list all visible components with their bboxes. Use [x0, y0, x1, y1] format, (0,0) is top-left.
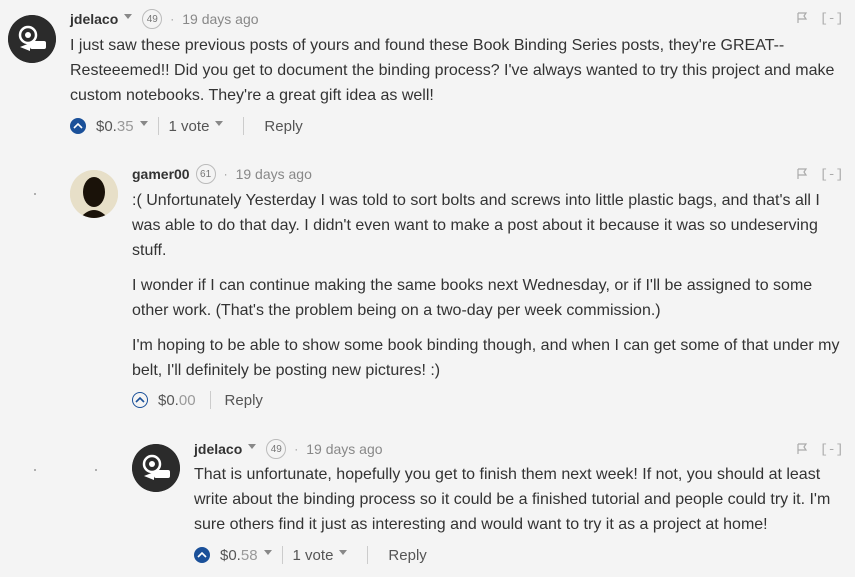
upvote-icon[interactable]	[194, 547, 210, 563]
reply-link[interactable]: Reply	[388, 547, 426, 564]
divider	[157, 117, 159, 135]
flag-icon[interactable]	[796, 443, 808, 458]
comment-footer: $0.00 Reply	[132, 388, 263, 412]
comment-text: :( Unfortunately Yesterday I was told to…	[132, 192, 820, 259]
payout-cents: 35	[116, 117, 134, 135]
comment-text: That is unfortunate, hopefully you get t…	[194, 466, 831, 533]
separator-dot: ·	[223, 167, 228, 181]
comment-text: I just saw these previous posts of yours…	[70, 37, 835, 104]
flag-icon[interactable]	[796, 12, 808, 27]
payout-value[interactable]: $0.58	[220, 547, 258, 564]
upvote-icon[interactable]	[132, 392, 148, 408]
reply-link[interactable]: Reply	[264, 118, 302, 135]
comment-header: gamer00 61 · 19 days ago	[132, 164, 312, 184]
payout-value[interactable]: $0.35	[96, 118, 134, 135]
author-name[interactable]: jdelaco	[194, 441, 242, 457]
avatar-photo-icon	[70, 170, 118, 218]
chevron-down-icon[interactable]	[263, 549, 272, 555]
comment-header: jdelaco 49 · 19 days ago	[194, 439, 383, 459]
divider	[281, 546, 283, 564]
payout-dollars: $0.	[220, 546, 241, 564]
collapse-toggle[interactable]: [-]	[820, 167, 843, 182]
avatar-logo-icon	[132, 444, 180, 492]
reputation-badge: 49	[266, 439, 287, 459]
author-name[interactable]: gamer00	[132, 166, 190, 182]
avatar[interactable]	[132, 444, 180, 492]
avatar[interactable]	[8, 15, 56, 63]
thread-marker	[34, 193, 36, 195]
comment-body: That is unfortunate, hopefully you get t…	[194, 462, 846, 547]
flag-icon[interactable]	[796, 168, 808, 183]
chevron-down-icon[interactable]	[139, 120, 148, 126]
chevron-down-icon[interactable]	[248, 443, 257, 449]
collapse-toggle[interactable]: [-]	[820, 11, 843, 26]
timestamp[interactable]: 19 days ago	[306, 441, 382, 457]
avatar-logo-icon	[8, 15, 56, 63]
chevron-down-icon[interactable]	[215, 120, 224, 126]
separator-dot: ·	[294, 442, 299, 456]
reply-link[interactable]: Reply	[225, 392, 263, 409]
payout-cents: 58	[240, 546, 258, 564]
vote-count[interactable]: 1 vote	[169, 118, 210, 135]
comment-header: jdelaco 49 · 19 days ago	[70, 9, 259, 29]
payout-cents: 00	[178, 391, 196, 409]
avatar[interactable]	[70, 170, 118, 218]
thread-marker	[34, 469, 36, 471]
payout-dollars: $0.	[96, 117, 117, 135]
thread-marker	[95, 469, 97, 471]
reputation-badge: 61	[195, 164, 216, 184]
vote-count[interactable]: 1 vote	[293, 547, 334, 564]
comment-text: I'm hoping to be able to show some book …	[132, 337, 840, 379]
divider	[243, 117, 245, 135]
divider	[367, 546, 369, 564]
reputation-badge: 49	[142, 9, 163, 29]
author-name[interactable]: jdelaco	[70, 11, 118, 27]
comment-body: I just saw these previous posts of yours…	[70, 33, 840, 118]
upvote-icon[interactable]	[70, 118, 86, 134]
divider	[209, 391, 211, 409]
timestamp[interactable]: 19 days ago	[182, 11, 258, 27]
comment-footer: $0.58 1 vote Reply	[194, 543, 427, 567]
chevron-down-icon[interactable]	[339, 549, 348, 555]
comment-text: I wonder if I can continue making the sa…	[132, 277, 813, 319]
collapse-toggle[interactable]: [-]	[820, 442, 843, 457]
payout-value[interactable]: $0.00	[158, 392, 196, 409]
chevron-down-icon[interactable]	[124, 13, 133, 19]
comment-body: :( Unfortunately Yesterday I was told to…	[132, 188, 848, 393]
payout-dollars: $0.	[158, 391, 179, 409]
comment-footer: $0.35 1 vote Reply	[70, 114, 303, 138]
timestamp[interactable]: 19 days ago	[236, 166, 312, 182]
separator-dot: ·	[170, 12, 175, 26]
